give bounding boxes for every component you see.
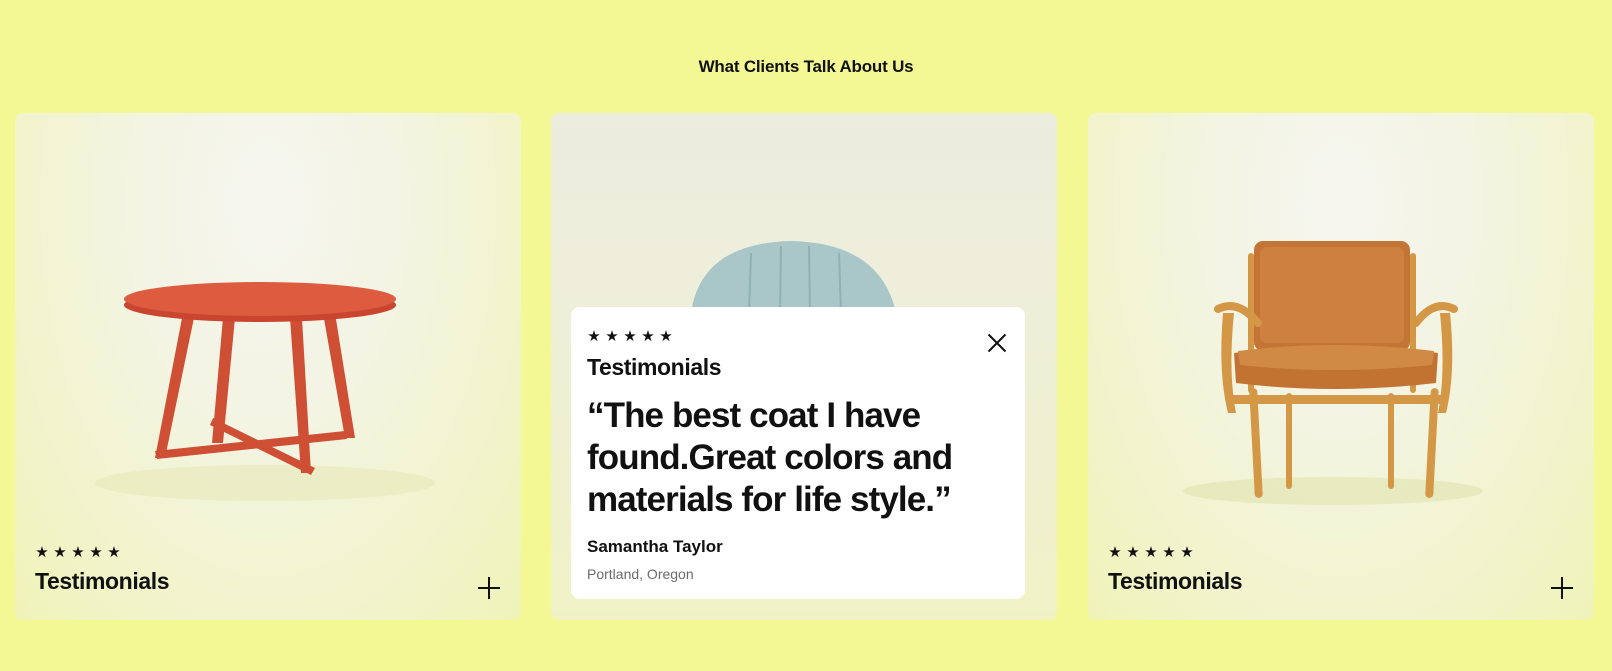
star-icon: ★ — [71, 544, 85, 561]
rating-stars: ★ ★ ★ ★ ★ — [587, 329, 1009, 344]
section-title: What Clients Talk About Us — [698, 57, 914, 76]
star-icon: ★ — [1108, 544, 1122, 561]
popup-label: Testimonials — [587, 354, 722, 380]
star-icon: ★ — [1180, 544, 1194, 561]
testimonial-card-2: ★ ★ ★ ★ ★ Testimonials “The best coat I … — [551, 113, 1057, 620]
rating-stars: ★ ★ ★ ★ ★ — [35, 545, 169, 560]
star-icon: ★ — [641, 328, 655, 345]
testimonial-card-3[interactable]: ★ ★ ★ ★ ★ Testimonials — [1088, 113, 1594, 620]
card-label: Testimonials — [1108, 568, 1243, 594]
star-icon: ★ — [35, 544, 49, 561]
rating-stars: ★ ★ ★ ★ ★ — [1108, 545, 1242, 560]
star-icon: ★ — [89, 544, 103, 561]
star-icon: ★ — [1144, 544, 1158, 561]
star-icon: ★ — [1126, 544, 1140, 561]
star-icon: ★ — [1162, 544, 1176, 561]
star-icon: ★ — [605, 328, 619, 345]
plus-icon[interactable] — [1548, 574, 1576, 602]
card-label: Testimonials — [35, 568, 170, 594]
star-icon: ★ — [587, 328, 601, 345]
testimonial-popup: ★ ★ ★ ★ ★ Testimonials “The best coat I … — [571, 307, 1025, 599]
testimonial-card-1[interactable]: ★ ★ ★ ★ ★ Testimonials — [15, 113, 521, 620]
star-icon: ★ — [107, 544, 121, 561]
author-name: Samantha Taylor — [587, 537, 723, 556]
testimonial-quote: “The best coat I have found.Great colors… — [587, 396, 953, 519]
plus-icon[interactable] — [475, 574, 503, 602]
star-icon: ★ — [623, 328, 637, 345]
author-location: Portland, Oregon — [587, 566, 694, 582]
star-icon: ★ — [659, 328, 673, 345]
star-icon: ★ — [53, 544, 67, 561]
close-icon[interactable] — [985, 331, 1009, 355]
